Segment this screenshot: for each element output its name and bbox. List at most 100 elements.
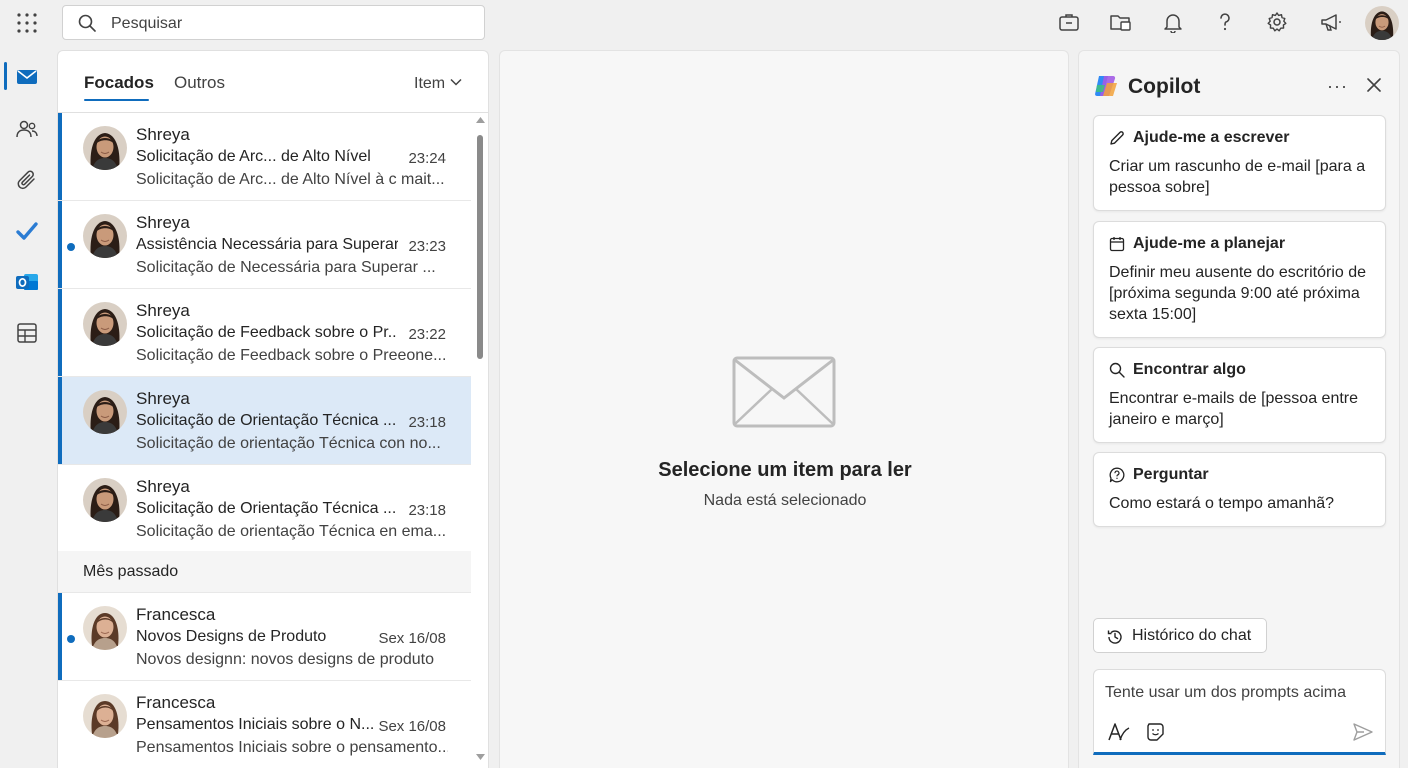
card-body: Criar um rascunho de e-mail [para a pess…	[1109, 158, 1366, 196]
copilot-prompt-input[interactable]: Tente usar um dos prompts acima	[1093, 669, 1386, 755]
copilot-logo-icon	[1093, 73, 1119, 99]
mail-item[interactable]: Shreya Solicitação de Arc... de Alto Nív…	[58, 113, 471, 201]
prompt-card-ask[interactable]: Perguntar Como estará o tempo amanhã?	[1093, 452, 1386, 527]
mail-time: 23:22	[408, 326, 446, 343]
unread-bar	[58, 593, 62, 680]
briefcase-icon[interactable]	[1058, 11, 1082, 35]
people-icon[interactable]	[15, 117, 39, 141]
scroll-down-icon[interactable]	[476, 754, 485, 760]
app-launcher-icon[interactable]	[16, 12, 38, 34]
mail-time: 23:18	[408, 414, 446, 431]
user-avatar[interactable]	[1365, 6, 1399, 40]
avatar	[83, 606, 127, 650]
mail-subject: Novos Designs de Produto	[136, 628, 327, 645]
avatar	[83, 214, 127, 258]
mail-item[interactable]: Francesca Novos Designs de Produto Sex 1…	[58, 593, 471, 681]
scrollbar[interactable]	[471, 113, 488, 768]
mail-preview: Pensamentos Iniciais sobre o pensamento.…	[136, 739, 448, 756]
mail-preview: Solicitação de Feedback sobre o Preeone.…	[136, 347, 447, 364]
mail-sender: Francesca	[136, 693, 216, 712]
question-bubble-icon	[1109, 467, 1125, 483]
mail-item[interactable]: Shreya Assistência Necessária para Super…	[58, 201, 471, 289]
scrollbar-thumb[interactable]	[477, 135, 483, 359]
mail-time: 23:24	[408, 150, 446, 167]
mail-preview: Solicitação de Necessária para Superar .…	[136, 259, 436, 276]
sticker-icon[interactable]	[1146, 722, 1166, 742]
card-title: Encontrar algo	[1133, 361, 1246, 378]
prompt-card-write[interactable]: Ajude-me a escrever Criar um rascunho de…	[1093, 115, 1386, 211]
more-options-button[interactable]: ···	[1327, 76, 1348, 97]
mail-subject: Solicitação de Orientação Técnica ...	[136, 412, 397, 429]
section-header-last-month: Mês passado	[58, 551, 471, 593]
mail-item[interactable]: Shreya Solicitação de Orientação Técnica…	[58, 465, 471, 553]
tab-other[interactable]: Outros	[174, 73, 225, 93]
empty-state-title: Selecione um item para ler	[658, 459, 912, 481]
prompt-card-find[interactable]: Encontrar algo Encontrar e-mails de [pes…	[1093, 347, 1386, 443]
bell-icon[interactable]	[1162, 11, 1186, 35]
avatar	[83, 126, 127, 170]
card-body: Como estará o tempo amanhã?	[1109, 495, 1335, 512]
mail-sender: Shreya	[136, 125, 190, 144]
todo-icon[interactable]	[15, 219, 39, 243]
mail-item-selected[interactable]: Shreya Solicitação de Orientação Técnica…	[58, 377, 471, 465]
settings-icon[interactable]	[1266, 11, 1290, 35]
unread-bar	[58, 113, 62, 200]
mail-sender: Shreya	[136, 477, 190, 496]
mail-time: Sex 16/08	[378, 630, 446, 647]
mail-subject: Solicitação de Feedback sobre o Pr...	[136, 324, 398, 341]
tab-focused-underline	[84, 99, 149, 101]
search-icon	[1109, 362, 1125, 378]
mail-sender: Shreya	[136, 301, 190, 320]
prompt-placeholder: Tente usar um dos prompts acima	[1105, 684, 1346, 701]
filter-dropdown[interactable]: Item	[414, 75, 445, 93]
mail-item[interactable]: Francesca Pensamentos Iniciais sobre o N…	[58, 681, 471, 768]
mail-sender: Shreya	[136, 213, 190, 232]
copilot-pane: Copilot ··· Ajude-me a escrever Criar um…	[1078, 50, 1400, 768]
mail-time: 23:18	[408, 502, 446, 519]
mail-sender: Francesca	[136, 605, 216, 624]
mail-list-panel: Focados Outros Item Shreya Solicitação d…	[57, 50, 489, 768]
attachment-icon[interactable]	[15, 168, 39, 192]
empty-state-subtitle: Nada está selecionado	[703, 492, 867, 509]
pencil-icon	[1109, 130, 1125, 146]
rail-active-indicator	[4, 62, 7, 90]
calendar-icon	[1109, 236, 1125, 252]
chat-history-button[interactable]: Histórico do chat	[1093, 618, 1267, 653]
search-placeholder: Pesquisar	[111, 15, 183, 32]
unread-bar	[58, 201, 62, 288]
send-icon[interactable]	[1353, 723, 1373, 741]
unread-bar	[58, 289, 62, 376]
mail-preview: Solicitação de orientação Técnica en ema…	[136, 523, 447, 540]
mail-subject: Pensamentos Iniciais sobre o N...	[136, 716, 375, 733]
mail-subject: Assistência Necessária para Superar...	[136, 236, 398, 253]
megaphone-icon[interactable]	[1319, 11, 1343, 35]
text-style-icon[interactable]	[1108, 722, 1130, 742]
help-icon[interactable]	[1214, 11, 1238, 35]
search-icon	[78, 14, 96, 32]
avatar	[83, 390, 127, 434]
unread-dot-icon	[67, 635, 75, 643]
mail-preview: Solicitação de orientação Técnica con no…	[136, 435, 441, 452]
prompt-card-plan[interactable]: Ajude-me a planejar Definir meu ausente …	[1093, 221, 1386, 338]
mail-icon[interactable]	[15, 65, 39, 89]
chat-history-label: Histórico do chat	[1132, 627, 1252, 644]
chevron-down-icon[interactable]	[450, 78, 462, 86]
mail-sender: Shreya	[136, 389, 190, 408]
mail-preview: Solicitação de Arc... de Alto Nível à c …	[136, 171, 445, 188]
mail-subject: Solicitação de Arc... de Alto Nível	[136, 148, 371, 165]
avatar	[83, 694, 127, 738]
top-bar: Pesquisar	[0, 0, 1408, 46]
unread-dot-icon	[67, 243, 75, 251]
apps-grid-icon[interactable]	[15, 321, 39, 345]
search-input[interactable]: Pesquisar	[62, 5, 485, 40]
card-body: Encontrar e-mails de [pessoa entre janei…	[1109, 390, 1359, 428]
avatar	[83, 478, 127, 522]
mail-item[interactable]: Shreya Solicitação de Feedback sobre o P…	[58, 289, 471, 377]
close-icon[interactable]	[1367, 78, 1381, 92]
card-title: Perguntar	[1133, 466, 1209, 483]
folder-share-icon[interactable]	[1109, 11, 1133, 35]
tab-focused[interactable]: Focados	[84, 73, 154, 93]
envelope-icon	[732, 356, 836, 428]
scroll-up-icon[interactable]	[476, 117, 485, 123]
outlook-icon[interactable]	[15, 270, 39, 294]
